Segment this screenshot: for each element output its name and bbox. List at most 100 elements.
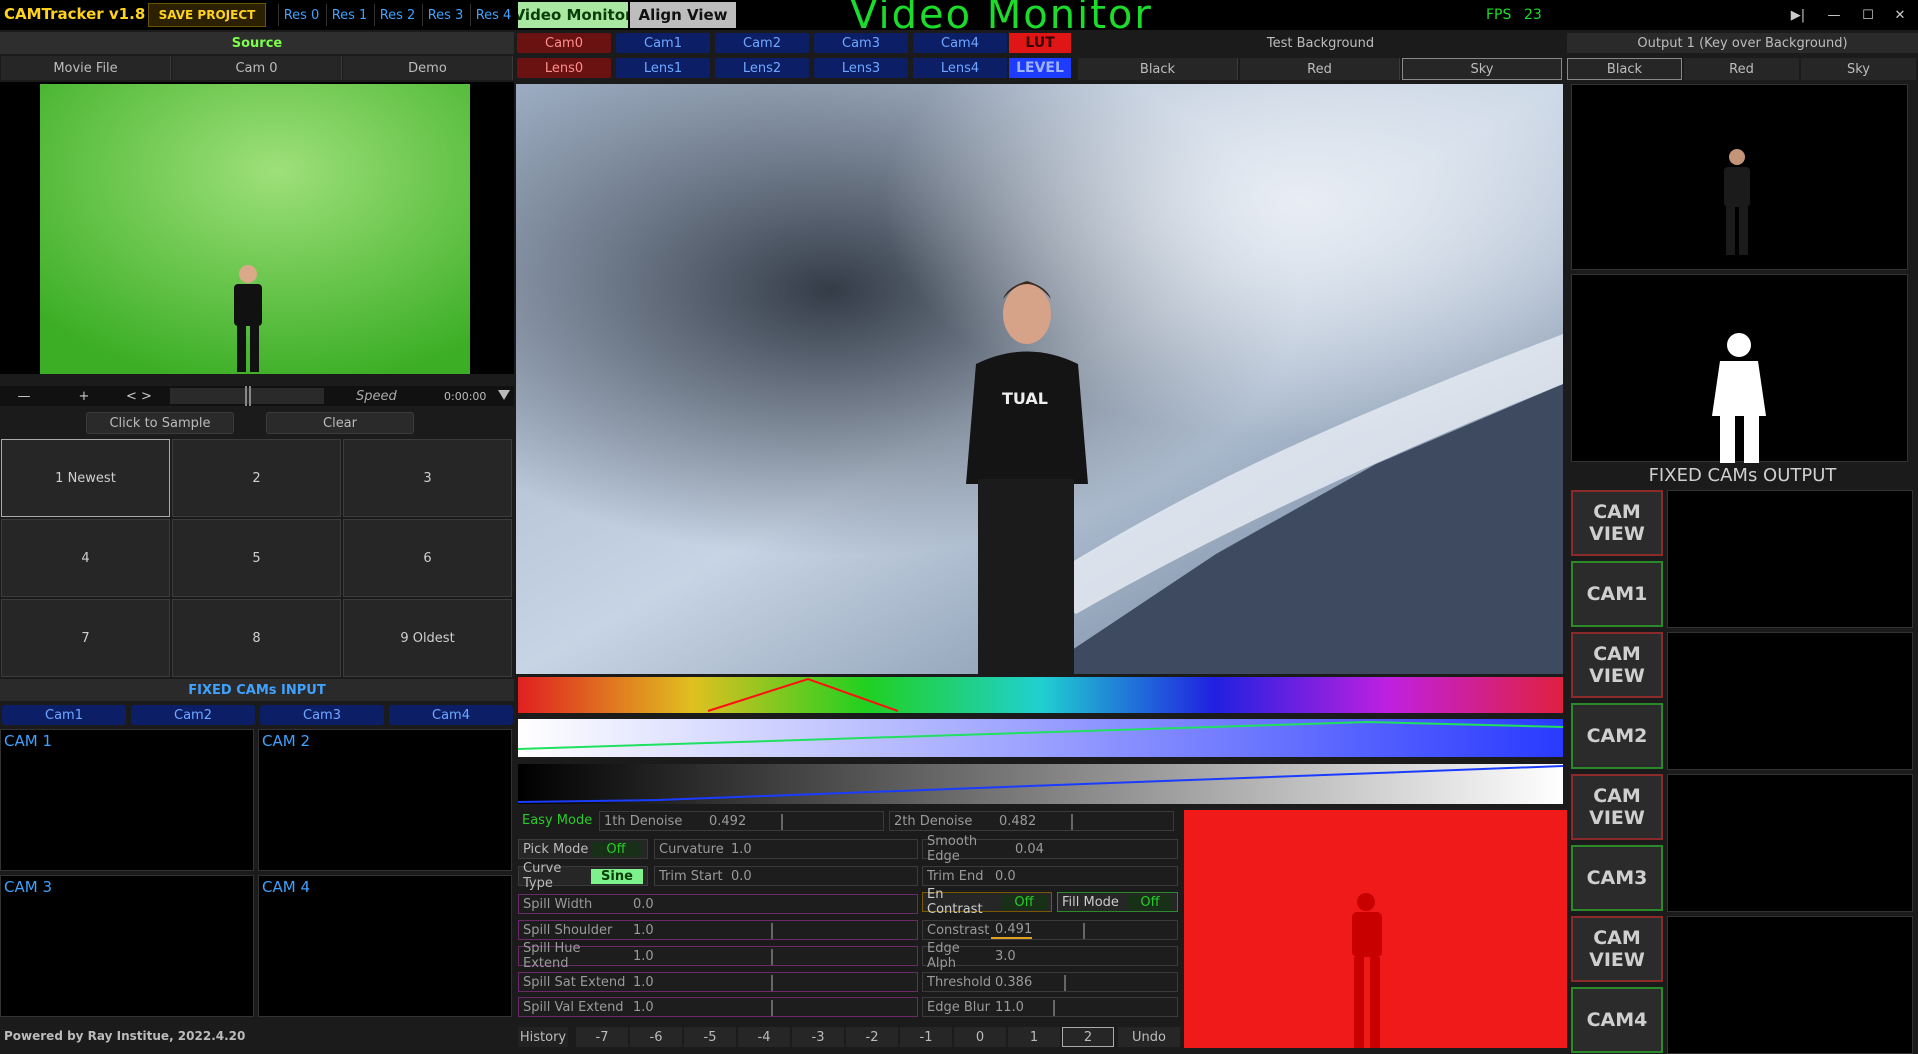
cam-view-button-3[interactable]: CAM VIEW xyxy=(1571,774,1663,840)
cam-output-button-4[interactable]: CAM4 xyxy=(1571,987,1663,1053)
res-tab-3[interactable]: Res 3 xyxy=(422,4,468,26)
spill-val-knob[interactable] xyxy=(771,1000,773,1016)
cam-output-button-1[interactable]: CAM1 xyxy=(1571,561,1663,627)
pick-mode-toggle[interactable]: Off xyxy=(591,841,641,857)
clear-button[interactable]: Clear xyxy=(266,412,414,434)
input-tab-3[interactable]: Cam3 xyxy=(260,705,384,725)
spill-sat-knob[interactable] xyxy=(771,975,773,991)
test-bg-2[interactable]: Sky xyxy=(1402,58,1562,80)
level-button[interactable]: LEVEL xyxy=(1009,58,1071,78)
cam-button-3[interactable]: Cam3 xyxy=(814,33,908,53)
cam-view-button-4[interactable]: CAM VIEW xyxy=(1571,916,1663,982)
spill-width-value[interactable]: 0.0 xyxy=(629,897,654,912)
lens-button-2[interactable]: Lens2 xyxy=(715,58,809,78)
input-tab-1[interactable]: Cam1 xyxy=(2,705,126,725)
res-tab-0[interactable]: Res 0 xyxy=(278,4,324,26)
cam-button-1[interactable]: Cam1 xyxy=(616,33,710,53)
cam-button-4[interactable]: Cam4 xyxy=(913,33,1007,53)
easy-mode-label[interactable]: Easy Mode xyxy=(518,811,598,831)
lens-button-3[interactable]: Lens3 xyxy=(814,58,908,78)
lens-button-1[interactable]: Lens1 xyxy=(616,58,710,78)
value-curve[interactable] xyxy=(517,764,1564,804)
output-tab-0[interactable]: Black xyxy=(1567,58,1682,80)
seek-button[interactable]: < > xyxy=(114,387,164,405)
history-step-0[interactable]: 0 xyxy=(954,1027,1006,1047)
save-project-button[interactable]: SAVE PROJECT xyxy=(148,3,266,27)
spill-sat-value[interactable]: 1.0 xyxy=(629,975,654,990)
source-tab-1[interactable]: Cam 0 xyxy=(172,56,342,80)
test-bg-1[interactable]: Red xyxy=(1240,58,1400,80)
cam-button-2[interactable]: Cam2 xyxy=(715,33,809,53)
denoise2-knob[interactable] xyxy=(1071,814,1073,830)
history-slot-1[interactable]: 1 Newest xyxy=(1,439,170,517)
output-tab-2[interactable]: Sky xyxy=(1801,58,1916,80)
cam-output-button-3[interactable]: CAM3 xyxy=(1571,845,1663,911)
cam-view-button-2[interactable]: CAM VIEW xyxy=(1571,632,1663,698)
plus-button[interactable]: + xyxy=(64,387,104,405)
dropdown-triangle-icon[interactable] xyxy=(498,390,510,400)
output-tab-1[interactable]: Red xyxy=(1684,58,1799,80)
res-tab-1[interactable]: Res 1 xyxy=(326,4,372,26)
spill-hue-knob[interactable] xyxy=(771,949,773,965)
trim-start-value[interactable]: 0.0 xyxy=(727,869,752,884)
history-step--3[interactable]: -3 xyxy=(792,1027,844,1047)
contrast-value[interactable]: 0.491 xyxy=(991,922,1033,939)
skip-icon[interactable]: ▶| xyxy=(1786,4,1810,26)
history-slot-3[interactable]: 3 xyxy=(343,439,512,517)
lens-button-4[interactable]: Lens4 xyxy=(913,58,1007,78)
close-icon[interactable]: ✕ xyxy=(1888,4,1912,26)
smooth-edge-value[interactable]: 0.04 xyxy=(1011,842,1044,857)
click-to-sample-button[interactable]: Click to Sample xyxy=(86,412,234,434)
trim-end-value[interactable]: 0.0 xyxy=(991,869,1016,884)
spill-shoulder-knob[interactable] xyxy=(771,923,773,939)
history-step--7[interactable]: -7 xyxy=(576,1027,628,1047)
curvature-value[interactable]: 1.0 xyxy=(727,842,752,857)
source-tab-0[interactable]: Movie File xyxy=(1,56,171,80)
maximize-icon[interactable]: ☐ xyxy=(1856,4,1880,26)
history-slot-8[interactable]: 8 xyxy=(172,599,341,677)
input-tab-2[interactable]: Cam2 xyxy=(131,705,255,725)
denoise1-knob[interactable] xyxy=(781,814,783,830)
history-step--6[interactable]: -6 xyxy=(630,1027,682,1047)
threshold-knob[interactable] xyxy=(1064,975,1066,991)
en-contrast-toggle[interactable]: Off xyxy=(1001,894,1047,910)
cam-view-button-1[interactable]: CAM VIEW xyxy=(1571,490,1663,556)
res-tab-2[interactable]: Res 2 xyxy=(374,4,420,26)
spill-val-value[interactable]: 1.0 xyxy=(629,1000,654,1015)
edge-blur-knob[interactable] xyxy=(1053,1000,1055,1016)
tab-align-view[interactable]: Align View xyxy=(630,2,736,28)
history-slot-7[interactable]: 7 xyxy=(1,599,170,677)
minimize-icon[interactable]: — xyxy=(1822,4,1846,26)
lut-button[interactable]: LUT xyxy=(1009,33,1071,53)
curve-type-toggle[interactable]: Sine xyxy=(591,868,643,884)
history-step--4[interactable]: -4 xyxy=(738,1027,790,1047)
history-slot-9[interactable]: 9 Oldest xyxy=(343,599,512,677)
saturation-curve[interactable] xyxy=(517,719,1564,757)
test-bg-0[interactable]: Black xyxy=(1078,58,1238,80)
history-step-1[interactable]: 1 xyxy=(1008,1027,1060,1047)
cam-button-0[interactable]: Cam0 xyxy=(517,33,611,53)
edge-blur-value[interactable]: 11.0 xyxy=(991,1000,1024,1015)
res-tab-4[interactable]: Res 4 xyxy=(470,4,516,26)
history-slot-4[interactable]: 4 xyxy=(1,519,170,597)
history-step--1[interactable]: -1 xyxy=(900,1027,952,1047)
history-slot-5[interactable]: 5 xyxy=(172,519,341,597)
history-step-2[interactable]: 2 xyxy=(1062,1027,1114,1047)
history-slot-2[interactable]: 2 xyxy=(172,439,341,517)
undo-button[interactable]: Undo xyxy=(1118,1027,1180,1047)
spill-shoulder-value[interactable]: 1.0 xyxy=(629,923,654,938)
contrast-knob[interactable] xyxy=(1083,923,1085,939)
input-tab-4[interactable]: Cam4 xyxy=(389,705,513,725)
denoise1-value[interactable]: 0.492 xyxy=(705,814,746,829)
history-slot-6[interactable]: 6 xyxy=(343,519,512,597)
minus-button[interactable]: — xyxy=(4,387,44,405)
hue-curve[interactable] xyxy=(518,677,1563,713)
seek-handle-icon[interactable] xyxy=(245,386,251,406)
tab-video-monitor[interactable]: Video Monitor xyxy=(518,2,628,28)
threshold-value[interactable]: 0.386 xyxy=(991,975,1032,990)
history-step--2[interactable]: -2 xyxy=(846,1027,898,1047)
source-tab-2[interactable]: Demo xyxy=(343,56,513,80)
edge-alph-value[interactable]: 3.0 xyxy=(991,949,1016,964)
cam-output-button-2[interactable]: CAM2 xyxy=(1571,703,1663,769)
history-step--5[interactable]: -5 xyxy=(684,1027,736,1047)
